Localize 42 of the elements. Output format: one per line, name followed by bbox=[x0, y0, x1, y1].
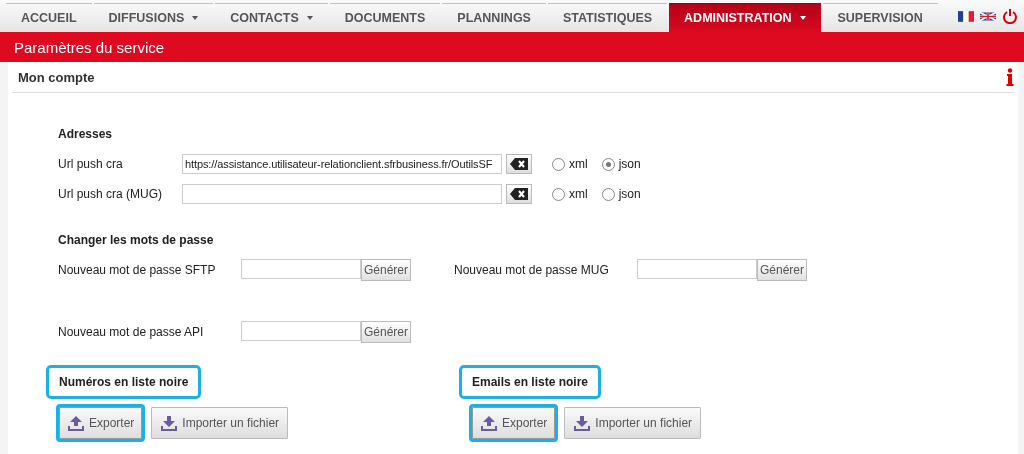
panel-title: Mon compte bbox=[18, 69, 95, 85]
field-label: Nouveau mot de passe SFTP bbox=[58, 263, 217, 277]
generate-button[interactable]: Générer bbox=[361, 259, 412, 281]
flag-icon[interactable] bbox=[958, 10, 974, 22]
url-field[interactable] bbox=[182, 184, 502, 204]
password-field[interactable] bbox=[241, 259, 361, 279]
radio-label: xml bbox=[569, 187, 588, 201]
clear-button[interactable] bbox=[506, 154, 532, 174]
section-title: Changer les mots de passe bbox=[58, 233, 215, 247]
url-field[interactable]: https://assistance.utilisateur-relationclient.sfrbusiness.fr/OutilsSF bbox=[182, 154, 502, 174]
upload-icon bbox=[67, 414, 85, 432]
password-field[interactable] bbox=[637, 259, 757, 279]
radio-label: json bbox=[618, 187, 641, 201]
generate-button[interactable]: Générer bbox=[757, 259, 808, 281]
export-button[interactable]: Exporter bbox=[56, 404, 146, 442]
radio-button[interactable] bbox=[552, 187, 565, 201]
password-field[interactable] bbox=[241, 321, 361, 341]
nav-tab[interactable]: ADMINISTRATION bbox=[669, 3, 821, 32]
section-title: Emails en liste noire bbox=[459, 365, 602, 399]
import-button[interactable]: Importer un fichier bbox=[564, 407, 702, 439]
download-icon bbox=[573, 414, 592, 432]
radio-label: json bbox=[618, 157, 641, 171]
radio-button[interactable] bbox=[552, 157, 565, 171]
radio-label: xml bbox=[569, 157, 588, 171]
field-label: Nouveau mot de passe MUG bbox=[454, 263, 610, 277]
export-button[interactable]: Exporter bbox=[469, 404, 559, 442]
field-label: Url push cra bbox=[58, 157, 124, 171]
info-icon[interactable] bbox=[1006, 68, 1014, 86]
import-button[interactable]: Importer un fichier bbox=[151, 407, 289, 439]
upload-icon bbox=[480, 414, 498, 432]
page-title: Paramètres du service bbox=[14, 38, 165, 56]
radio-button[interactable] bbox=[601, 157, 615, 171]
clear-button[interactable] bbox=[506, 184, 532, 204]
flag-icon[interactable] bbox=[980, 10, 996, 22]
generate-button[interactable]: Générer bbox=[361, 321, 412, 343]
field-label: Url push cra (MUG) bbox=[58, 187, 163, 201]
section-title: Adresses bbox=[58, 127, 114, 141]
section-title: Numéros en liste noire bbox=[46, 365, 202, 399]
radio-button[interactable] bbox=[601, 187, 615, 201]
download-icon bbox=[160, 414, 179, 432]
power-icon[interactable] bbox=[1002, 8, 1018, 24]
field-label: Nouveau mot de passe API bbox=[58, 325, 205, 339]
